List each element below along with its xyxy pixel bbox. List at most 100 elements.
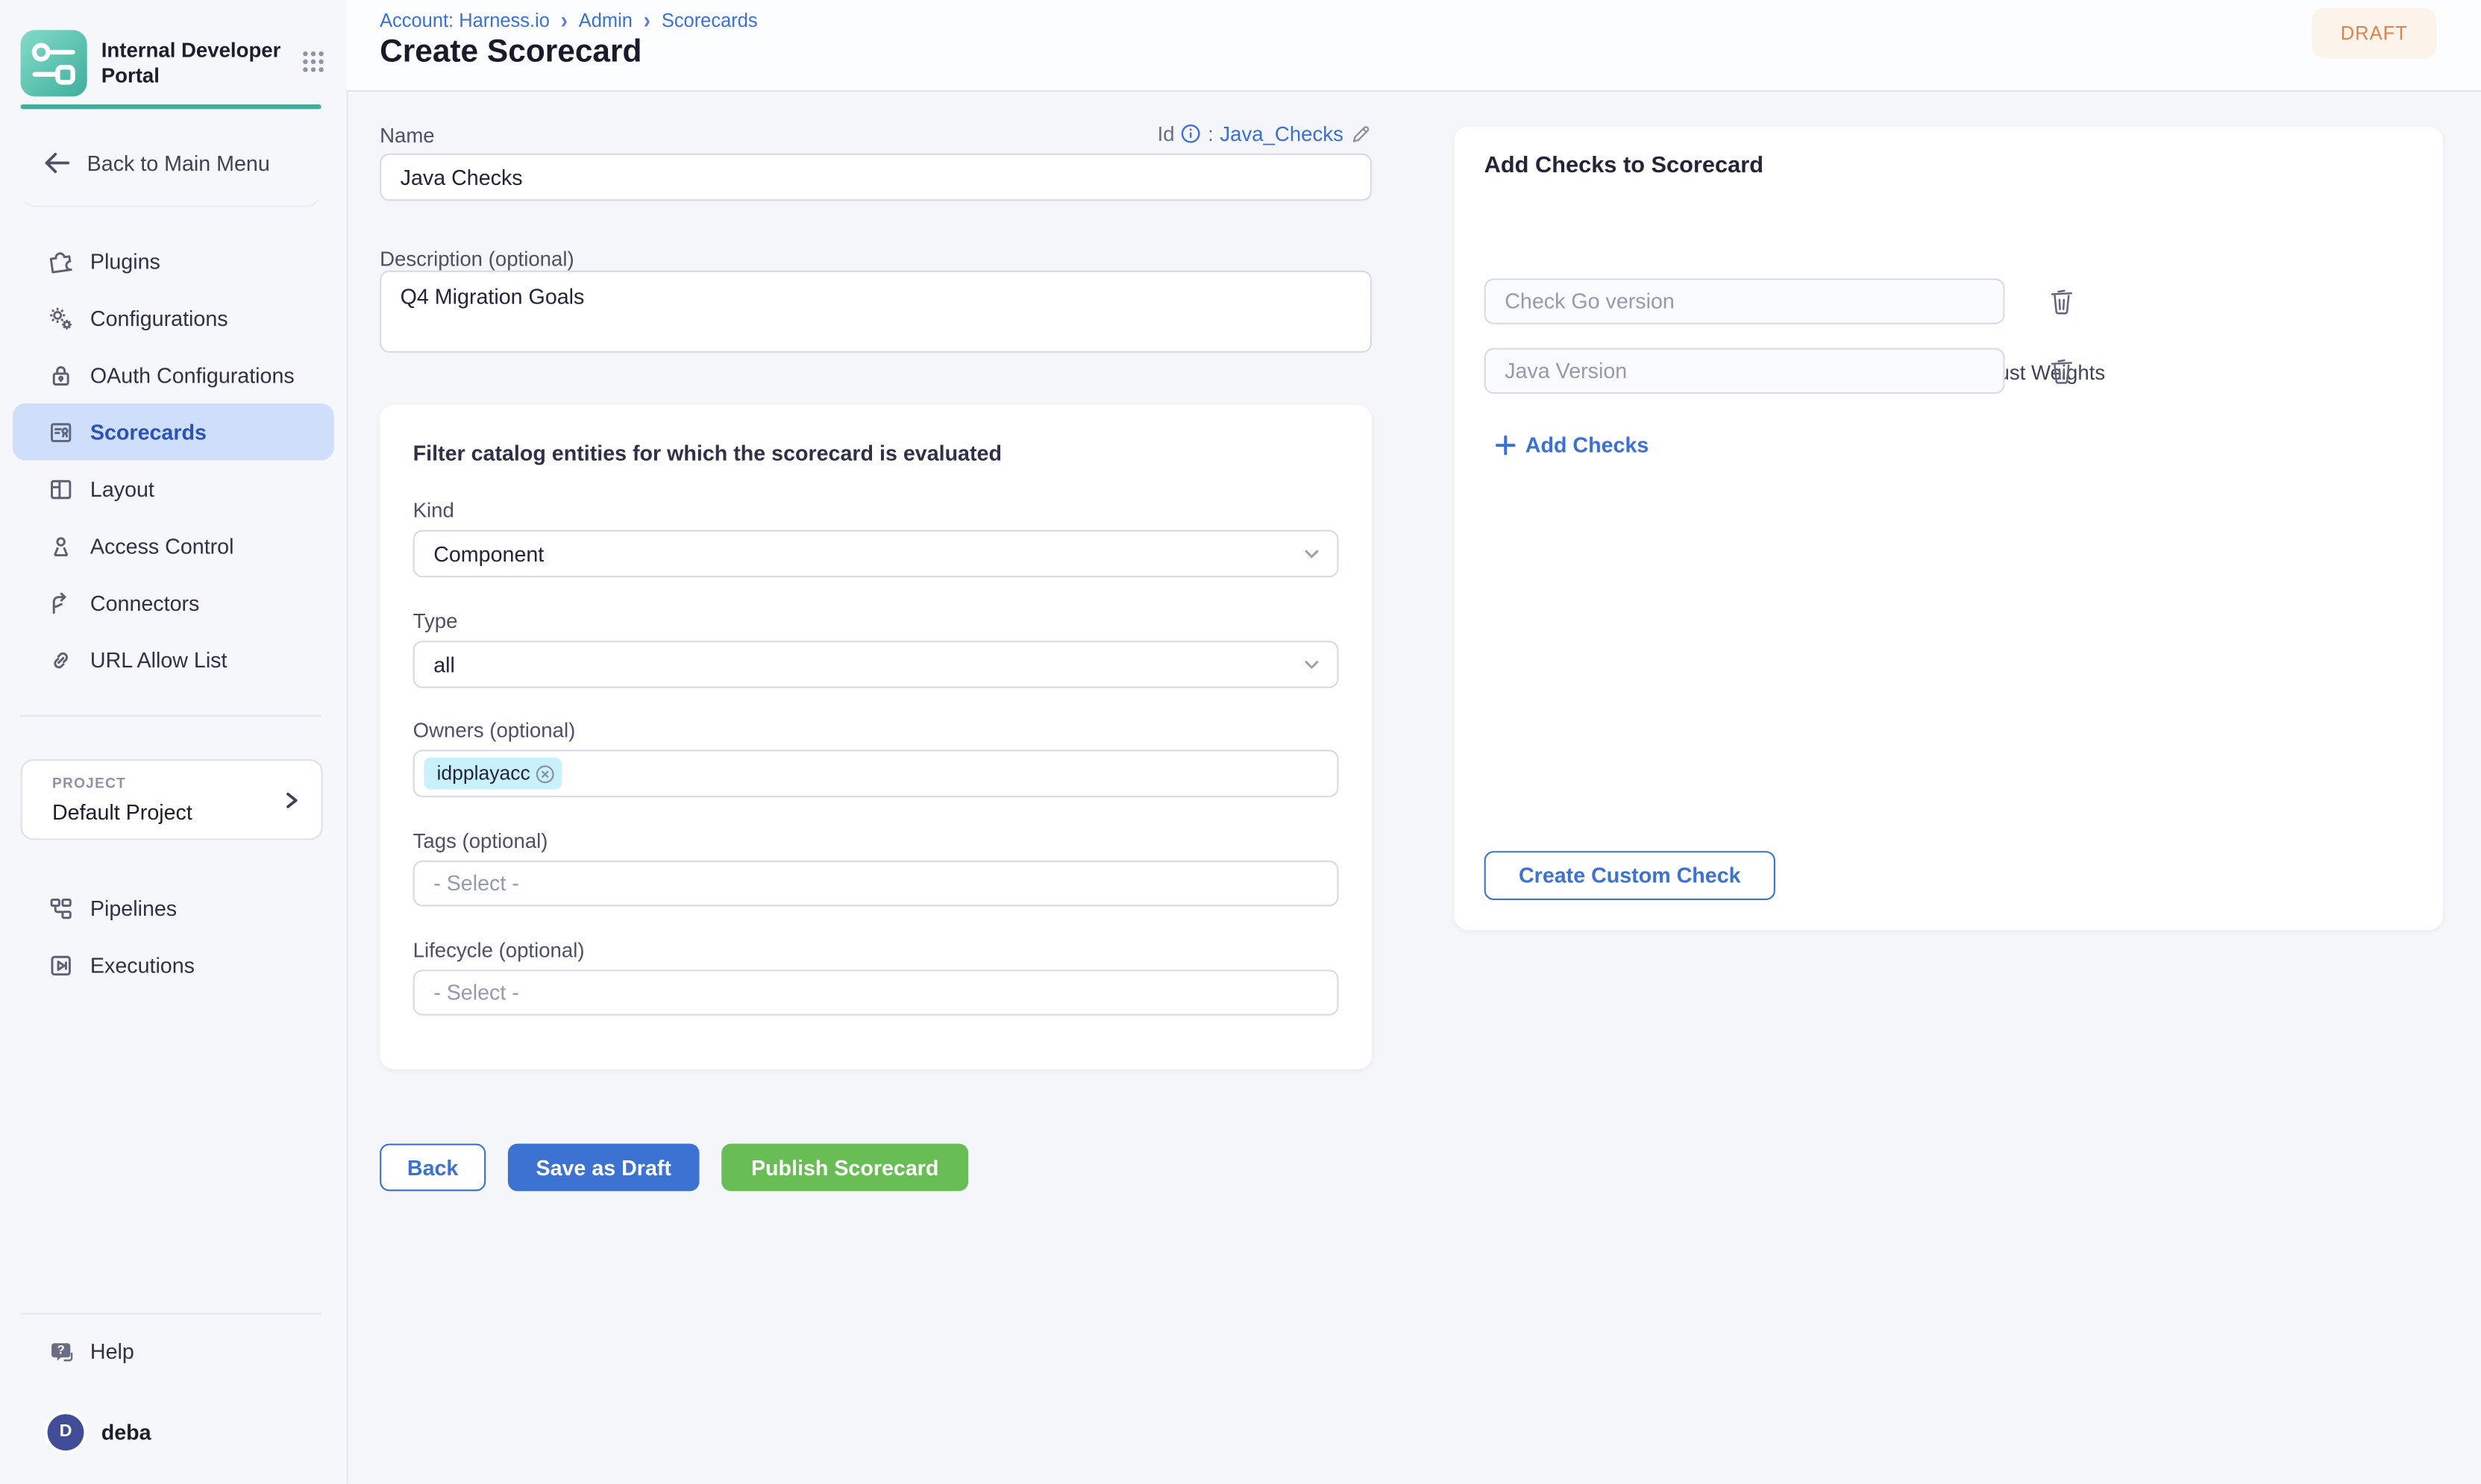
plus-icon [1496,435,1516,456]
help-button[interactable]: ? Help [13,1326,334,1377]
project-selector[interactable]: PROJECT Default Project [21,759,323,840]
app-grid-icon[interactable] [301,49,326,75]
edit-pencil-icon[interactable] [1349,122,1372,145]
type-select[interactable]: all [413,641,1339,688]
info-icon[interactable] [1181,123,1202,144]
app-title: Internal Developer Portal [101,37,301,89]
back-to-main-menu[interactable]: Back to Main Menu [21,139,322,207]
lock-icon [48,362,75,389]
owners-input[interactable]: idpplayacc [413,749,1339,797]
sidebar-item-label: Pipelines [90,896,177,920]
sidebar-item-scorecards[interactable]: Scorecards [13,403,334,460]
sidebar-item-label: Connectors [90,591,199,614]
user-name: deba [101,1420,151,1444]
sidebar-item-layout[interactable]: Layout [13,460,334,517]
kind-label: Kind [413,498,454,522]
scorecard-icon [48,418,75,445]
delete-check-icon[interactable] [2048,286,2076,318]
scorecard-id-row: Id : Java_Checks [1152,122,1372,145]
pipelines-icon [48,895,75,922]
sidebar-item-label: OAuth Configurations [90,363,295,387]
scorecard-id-value[interactable]: Java_Checks [1220,122,1343,145]
person-icon [48,532,75,559]
page-title: Create Scorecard [380,35,642,72]
help-icon: ? [48,1337,75,1364]
executions-icon [48,952,75,978]
lifecycle-input[interactable] [413,969,1339,1016]
sidebar-item-pipelines[interactable]: Pipelines [13,879,334,936]
link-icon [48,646,75,673]
kind-select[interactable]: Component [413,530,1339,578]
sidebar-item-label: Layout [90,477,154,501]
description-label: Description (optional) [380,247,574,271]
add-checks-heading: Add Checks to Scorecard [1484,154,1763,179]
owners-label: Owners (optional) [413,718,576,742]
page-header: Account: Harness.io › Admin › Scorecards… [347,0,2481,92]
user-menu[interactable]: D deba [13,1405,334,1459]
kind-value: Component [433,542,544,566]
create-custom-check-button[interactable]: Create Custom Check [1484,851,1775,900]
breadcrumb-account-link[interactable]: Account: Harness.io [380,9,550,31]
sidebar-divider-bottom [21,1313,322,1315]
sidebar-item-label: URL Allow List [90,648,228,672]
user-avatar: D [48,1413,84,1450]
filter-card: Filter catalog entities for which the sc… [380,405,1372,1069]
breadcrumb-admin-link[interactable]: Admin [579,9,633,31]
sidebar-item-configurations[interactable]: Configurations [13,289,334,346]
connectors-icon [48,589,75,616]
project-name: Default Project [52,800,192,824]
sidebar-nav-secondary: Pipelines Executions [13,879,334,993]
configurations-icon [48,304,75,331]
project-label: PROJECT [52,775,126,790]
sidebar-item-url-allow-list[interactable]: URL Allow List [13,631,334,688]
sidebar-item-label: Plugins [90,249,160,273]
check-input-go-version[interactable] [1484,278,2005,324]
tags-input[interactable] [413,861,1339,907]
sidebar-nav: Plugins Configurations OAuth Configurati… [13,233,334,688]
back-button[interactable]: Back [380,1144,486,1192]
filter-heading: Filter catalog entities for which the sc… [413,441,1002,465]
id-colon: : [1208,122,1214,145]
description-input[interactable]: Q4 Migration Goals [380,271,1372,353]
plugins-icon [48,248,75,274]
sidebar-item-connectors[interactable]: Connectors [13,574,334,631]
add-checks-button[interactable]: Add Checks [1496,433,1649,457]
check-input-java-version[interactable] [1484,348,2005,394]
layout-icon [48,475,75,502]
sidebar-item-oauth-configurations[interactable]: OAuth Configurations [13,347,334,403]
sidebar-divider [21,715,322,717]
delete-check-icon[interactable] [2048,356,2076,387]
add-checks-label: Add Checks [1525,433,1649,457]
chevron-down-icon [1302,544,1321,563]
id-label: Id [1158,122,1175,145]
brand-underline [21,104,322,109]
sidebar-item-label: Executions [90,953,195,977]
name-input[interactable] [380,154,1372,201]
sidebar-item-label: Access Control [90,534,234,558]
sidebar-item-executions[interactable]: Executions [13,937,334,993]
back-to-main-menu-label: Back to Main Menu [87,151,270,175]
publish-scorecard-button[interactable]: Publish Scorecard [721,1144,968,1192]
name-label: Name [380,123,435,147]
sidebar-item-label: Scorecards [90,420,207,444]
sidebar-item-plugins[interactable]: Plugins [13,233,334,289]
help-label: Help [90,1339,134,1363]
breadcrumb-separator-icon: › [561,6,568,34]
owner-chip-label: idpplayacc [436,762,530,785]
back-arrow-icon [43,151,71,176]
save-as-draft-button[interactable]: Save as Draft [508,1144,700,1192]
create-scorecard-page: Internal Developer Portal Back to Main M… [0,0,2481,1484]
idp-logo-icon [21,30,87,96]
chevron-down-icon [1302,655,1321,673]
app-logo-row: Internal Developer Portal [21,27,326,100]
draft-status-badge: DRAFT [2312,8,2437,59]
type-value: all [433,653,455,676]
chevron-right-icon [280,787,302,813]
breadcrumb: Account: Harness.io › Admin › Scorecards [380,8,758,32]
sidebar: Internal Developer Portal Back to Main M… [0,0,348,1484]
owner-chip: idpplayacc [424,758,562,789]
breadcrumb-scorecards-link[interactable]: Scorecards [662,9,758,31]
sidebar-item-access-control[interactable]: Access Control [13,518,334,574]
chip-remove-icon[interactable] [535,763,556,784]
tags-label: Tags (optional) [413,829,548,852]
